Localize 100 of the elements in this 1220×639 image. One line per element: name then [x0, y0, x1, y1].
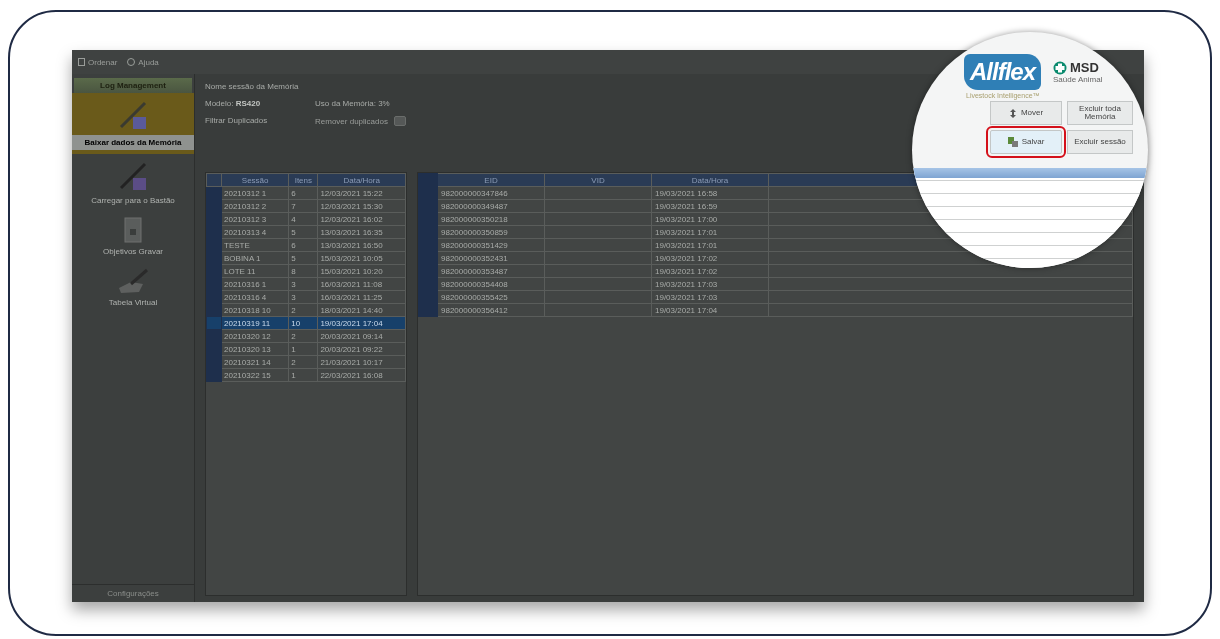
- table-cell: 22/03/2021 16:08: [317, 368, 406, 382]
- column-header[interactable]: Data/Hora: [651, 173, 769, 187]
- table-cell: 21/03/2021 10:17: [317, 355, 406, 369]
- table-cell: 3: [288, 290, 318, 304]
- table-cell: 19/03/2021 17:03: [651, 290, 769, 304]
- table-cell: 20210322 15: [221, 368, 289, 382]
- table-row[interactable]: 20210320 12 2 20/03/2021 09:14: [206, 329, 406, 343]
- table-row[interactable]: 20210320 13 1 20/03/2021 09:22: [206, 342, 406, 356]
- table-cell: 19/03/2021 17:04: [651, 303, 769, 317]
- filter-dropdown[interactable]: Remover duplicados: [315, 116, 475, 126]
- table-cell: 19/03/2021 17:02: [651, 264, 769, 278]
- field-label: Modelo:: [205, 99, 234, 108]
- table-cell: 8: [288, 264, 318, 278]
- table-cell: 20210318 10: [221, 303, 289, 317]
- table-row[interactable]: 20210318 10 2 18/03/2021 14:40: [206, 303, 406, 317]
- table-cell: 20210312 3: [221, 212, 289, 226]
- table-cell: 982000000350859: [437, 225, 545, 239]
- table-cell: 19/03/2021 17:00: [651, 212, 769, 226]
- table-cell: 982000000352431: [437, 251, 545, 265]
- model-value: RS420: [235, 99, 261, 108]
- table-cell: 16/03/2021 11:25: [317, 290, 406, 304]
- sidebar-item[interactable]: Carregar para o Bastão: [72, 154, 194, 209]
- table-cell: 982000000353487: [437, 264, 545, 278]
- table-row[interactable]: 20210321 14 2 21/03/2021 10:17: [206, 355, 406, 369]
- brand-logo: Allflex: [964, 54, 1042, 90]
- table-cell: 982000000350218: [437, 212, 545, 226]
- table-cell: 20210312 2: [221, 199, 289, 213]
- section-title: Nome sessão da Memória: [205, 82, 300, 91]
- table-cell: 20210312 1: [221, 186, 289, 200]
- table-cell: 2: [288, 355, 318, 369]
- table-cell: 1: [288, 368, 318, 382]
- column-header[interactable]: EID: [437, 173, 545, 187]
- table-cell: 6: [288, 238, 318, 252]
- column-header[interactable]: Itens: [288, 173, 318, 187]
- table-row[interactable]: 20210312 1 6 12/03/2021 15:22: [206, 186, 406, 200]
- table-cell: 982000000347846: [437, 186, 545, 200]
- sidebar-item[interactable]: Baixar dados da Memória: [72, 93, 194, 154]
- table-cell: 20210320 13: [221, 342, 289, 356]
- table-cell: 13/03/2021 16:35: [317, 225, 406, 239]
- table-cell: 13/03/2021 16:50: [317, 238, 406, 252]
- table-cell: TESTE: [221, 238, 289, 252]
- table-cell: 15/03/2021 10:20: [317, 264, 406, 278]
- table-cell: 3: [288, 277, 318, 291]
- table-cell: 20210313 4: [221, 225, 289, 239]
- table-cell: 982000000354408: [437, 277, 545, 291]
- table-cell: 20210320 12: [221, 329, 289, 343]
- table-cell: 5: [288, 251, 318, 265]
- table-cell: BOBINA 1: [221, 251, 289, 265]
- table-cell: 19/03/2021 17:01: [651, 238, 769, 252]
- arrows-icon: [1008, 108, 1017, 118]
- sidebar-header: Log Management: [74, 78, 192, 93]
- table-cell: 15/03/2021 10:05: [317, 251, 406, 265]
- menu-item[interactable]: Ajuda: [127, 57, 159, 67]
- memory-usage: Uso da Memória: 3%: [315, 99, 391, 108]
- table-cell: 5: [288, 225, 318, 239]
- table-cell: 982000000355425: [437, 290, 545, 304]
- table-cell: 7: [288, 199, 318, 213]
- table-cell: 1: [288, 342, 318, 356]
- table-row[interactable]: LOTE 11 8 15/03/2021 10:20: [206, 264, 406, 278]
- toolbar-button[interactable]: Excluir sessão: [1067, 130, 1133, 154]
- table-row[interactable]: 20210313 4 5 13/03/2021 16:35: [206, 225, 406, 239]
- menu-item[interactable]: Ordenar: [78, 57, 118, 67]
- table-cell: 19/03/2021 17:01: [651, 225, 769, 239]
- table-cell: 19/03/2021 16:59: [651, 199, 769, 213]
- table-cell: LOTE 11: [221, 264, 289, 278]
- table-cell: 19/03/2021 17:02: [651, 251, 769, 265]
- table-cell: 982000000351429: [437, 238, 545, 252]
- table-row[interactable]: 20210316 1 3 16/03/2021 11:08: [206, 277, 406, 291]
- table-cell: 982000000356412: [437, 303, 545, 317]
- table-cell: 12/03/2021 15:22: [317, 186, 406, 200]
- square-icon: [78, 58, 85, 66]
- table-cell: 2: [288, 303, 318, 317]
- partner-subtitle: Saúde Animal: [1053, 75, 1103, 84]
- table-cell: 20/03/2021 09:14: [317, 329, 406, 343]
- table-cell: 12/03/2021 16:02: [317, 212, 406, 226]
- column-header[interactable]: Data/Hora: [317, 173, 406, 187]
- table-cell: 6: [288, 186, 318, 200]
- column-header[interactable]: Sessão: [221, 173, 289, 187]
- table-cell: 18/03/2021 14:40: [317, 303, 406, 317]
- table-row[interactable]: 20210312 3 4 12/03/2021 16:02: [206, 212, 406, 226]
- table-row[interactable]: 20210316 4 3 16/03/2021 11:25: [206, 290, 406, 304]
- table-row[interactable]: 20210312 2 7 12/03/2021 15:30: [206, 199, 406, 213]
- table-row[interactable]: TESTE 6 13/03/2021 16:50: [206, 238, 406, 252]
- table-row[interactable]: 20210319 11 10 19/03/2021 17:04: [206, 316, 406, 330]
- table-cell: 20/03/2021 09:22: [317, 342, 406, 356]
- sidebar-item[interactable]: Objetivos Gravar: [72, 209, 194, 260]
- table-cell: 20210316 1: [221, 277, 289, 291]
- sidebar-item[interactable]: Tabela Virtual: [72, 260, 194, 311]
- table-cell: 19/03/2021 17:03: [651, 277, 769, 291]
- table-cell: 19/03/2021 16:58: [651, 186, 769, 200]
- toolbar-button[interactable]: Excluir toda Memória: [1067, 101, 1133, 125]
- toolbar-button[interactable]: Mover: [990, 101, 1062, 125]
- cross-logo-icon: [1053, 60, 1068, 75]
- sidebar-footer[interactable]: Configurações: [72, 584, 194, 602]
- table-row[interactable]: BOBINA 1 5 15/03/2021 10:05: [206, 251, 406, 265]
- table-row[interactable]: 20210322 15 1 22/03/2021 16:08: [206, 368, 406, 382]
- table-cell: 20210316 4: [221, 290, 289, 304]
- column-header[interactable]: VID: [544, 173, 652, 187]
- table-cell: 16/03/2021 11:08: [317, 277, 406, 291]
- circle-icon: [127, 58, 136, 66]
